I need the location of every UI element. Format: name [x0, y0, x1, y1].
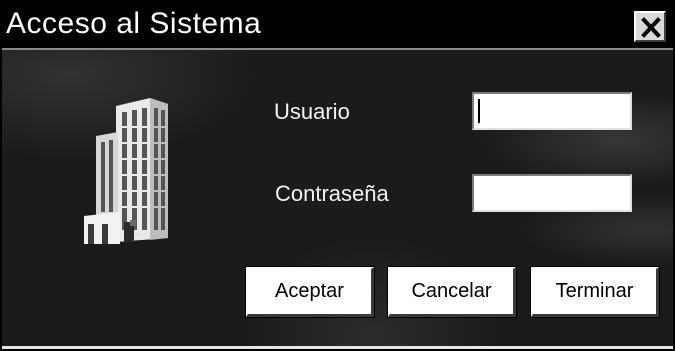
dialog-body: Usuario Contraseña Aceptar Cancelar Term… — [2, 50, 673, 349]
exit-button[interactable]: Terminar — [530, 266, 660, 318]
username-label: Usuario — [274, 99, 350, 124]
username-input[interactable] — [472, 92, 632, 130]
title-bar[interactable]: Acceso al Sistema — [2, 2, 673, 50]
bottom-border — [2, 346, 673, 349]
close-button[interactable] — [634, 11, 666, 42]
accept-button[interactable]: Aceptar — [245, 266, 375, 318]
text-cursor — [478, 99, 480, 123]
cancel-button[interactable]: Cancelar — [387, 266, 517, 318]
password-input[interactable] — [472, 174, 632, 212]
window-title: Acceso al Sistema — [6, 7, 262, 40]
close-icon — [641, 17, 661, 38]
building-icon — [84, 98, 168, 244]
login-dialog: Acceso al Sistema Usuario Contraseña Ace… — [0, 0, 675, 351]
password-label: Contraseña — [275, 181, 389, 206]
